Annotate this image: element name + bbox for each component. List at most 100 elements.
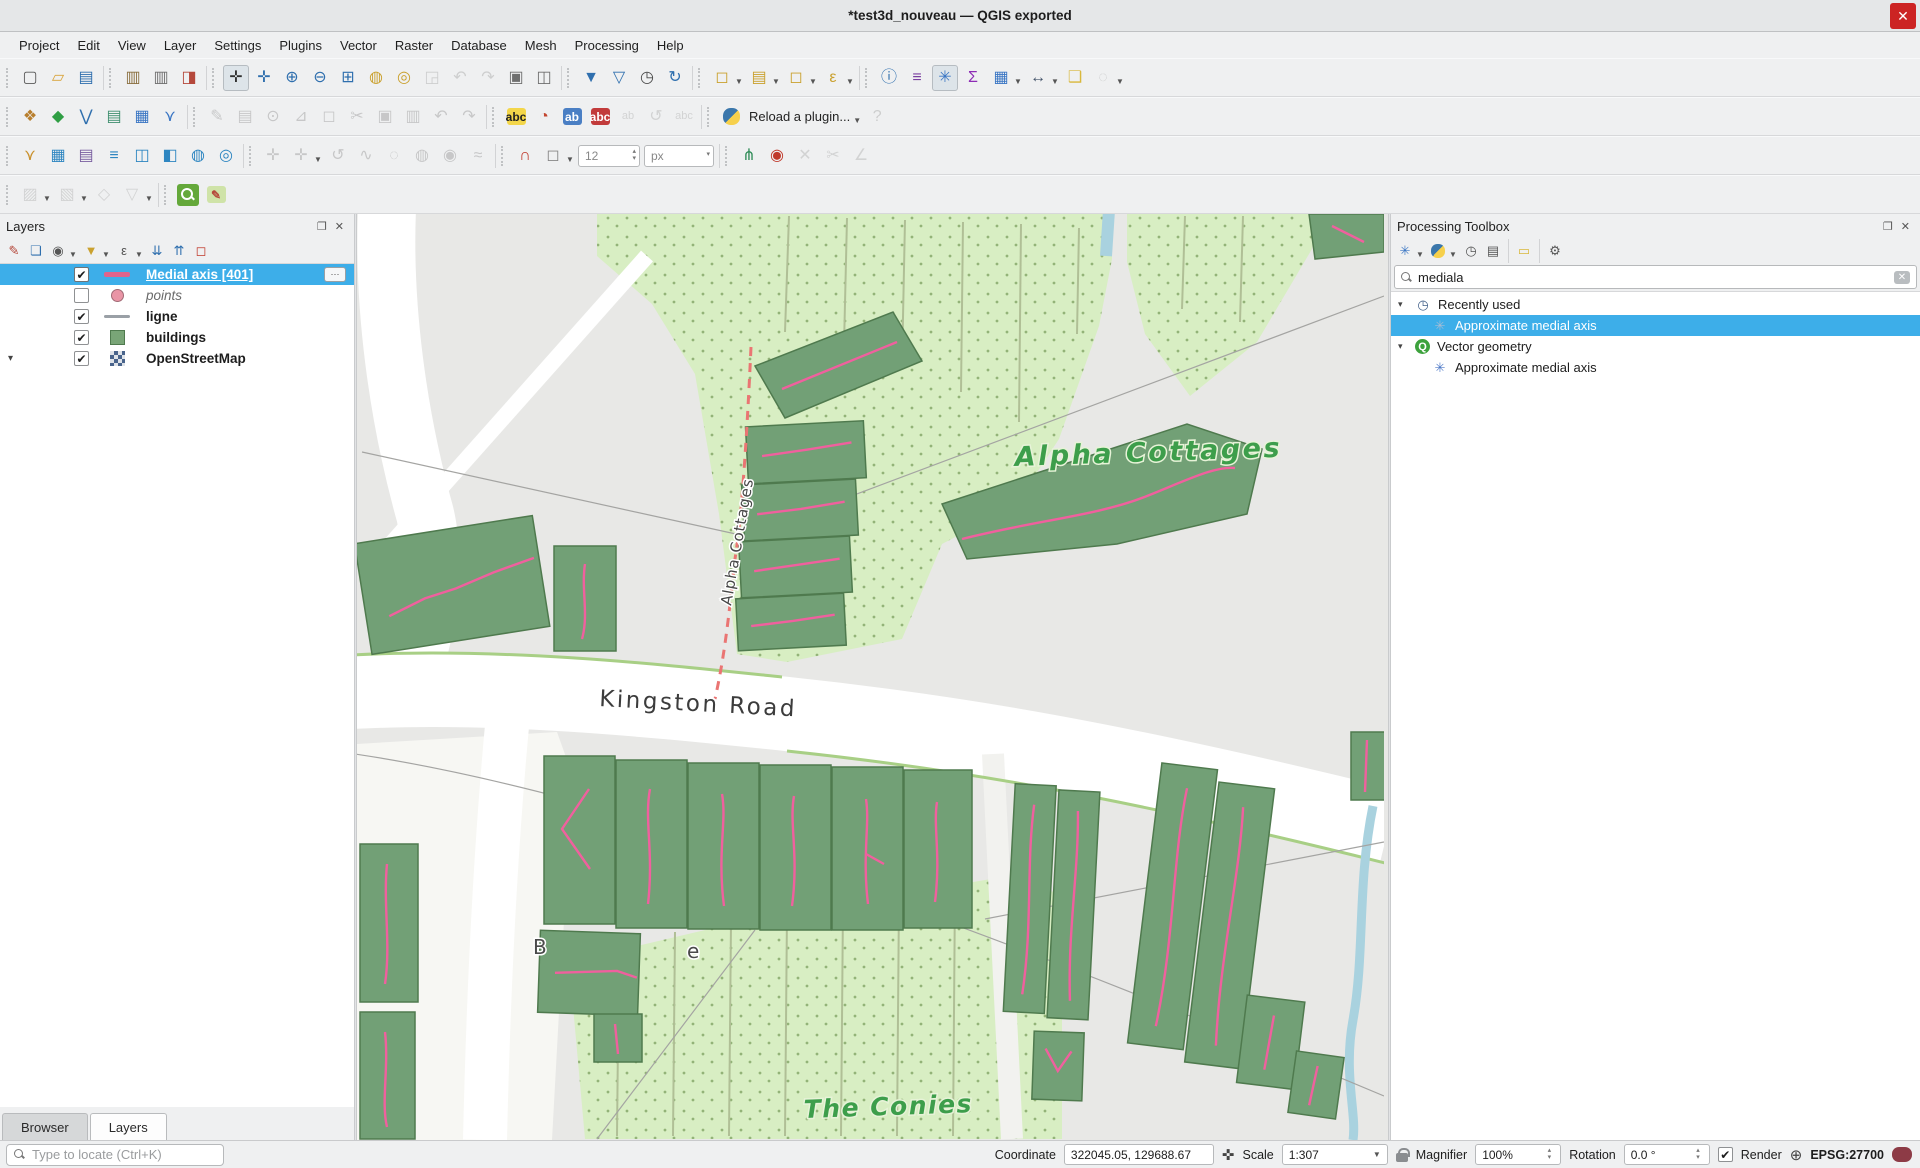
toolbar-grip[interactable] bbox=[6, 68, 12, 88]
osm-edit-plugin-button[interactable]: ✎ bbox=[203, 182, 229, 208]
style-manager-button[interactable]: ◨ bbox=[176, 65, 202, 91]
menu-help[interactable]: Help bbox=[648, 35, 693, 56]
menu-raster[interactable]: Raster bbox=[386, 35, 442, 56]
add-mesh-layer-button[interactable]: ▤ bbox=[73, 143, 99, 169]
layer-diagram-button[interactable]: ◔ bbox=[531, 104, 557, 130]
layer-checkbox[interactable] bbox=[74, 288, 89, 303]
toolbar-grip[interactable] bbox=[109, 68, 115, 88]
snapping-mode-button[interactable]: ◻ bbox=[540, 143, 566, 169]
open-attribute-table-dropdown-icon[interactable]: ▼ bbox=[1014, 77, 1022, 86]
spin-arrows-icon[interactable]: ▴▾ bbox=[1548, 1148, 1555, 1161]
topology-checker-dropdown-icon[interactable]: ▼ bbox=[145, 194, 153, 203]
menu-database[interactable]: Database bbox=[442, 35, 516, 56]
pin-labels-button[interactable]: ab bbox=[559, 104, 585, 130]
new-vector-layer-button[interactable]: ⋎ bbox=[157, 104, 183, 130]
statistical-summary-button[interactable]: ≡ bbox=[904, 65, 930, 91]
menu-edit[interactable]: Edit bbox=[68, 35, 108, 56]
reload-plugin-button[interactable]: Reload a plugin... bbox=[745, 107, 854, 126]
layer-checkbox[interactable]: ✔ bbox=[74, 330, 89, 345]
new-print-layout-button[interactable]: ▥ bbox=[120, 65, 146, 91]
processing-search-input[interactable]: mediala ✕ bbox=[1394, 265, 1917, 289]
topological-editing-button[interactable]: ⋔ bbox=[736, 143, 762, 169]
zoom-to-selection-button[interactable]: ◎ bbox=[391, 65, 417, 91]
remove-layer-button[interactable]: ◻ bbox=[191, 241, 211, 261]
close-panel-icon[interactable]: ✕ bbox=[1897, 220, 1914, 233]
new-annotation-dropdown-icon[interactable]: ▼ bbox=[1116, 77, 1124, 86]
open-project-button[interactable]: ▱ bbox=[45, 65, 71, 91]
menu-vector[interactable]: Vector bbox=[331, 35, 386, 56]
toolbar-grip[interactable] bbox=[567, 68, 573, 88]
menu-plugins[interactable]: Plugins bbox=[270, 35, 331, 56]
toolbar-grip[interactable] bbox=[6, 146, 12, 166]
collapse-arrow-icon[interactable]: ▾ bbox=[1398, 341, 1408, 352]
deselect-features-button[interactable]: ◻ bbox=[783, 65, 809, 91]
layer-row-medial-axis[interactable]: ✔ Medial axis [401] ⋯ bbox=[0, 264, 354, 285]
python-scripts-menu-dropdown-icon[interactable]: ▼ bbox=[1449, 250, 1457, 259]
copy-move-feature-dropdown-icon[interactable]: ▼ bbox=[314, 155, 322, 164]
locate-input[interactable]: Type to locate (Ctrl+K) bbox=[6, 1144, 224, 1166]
tab-layers[interactable]: Layers bbox=[90, 1113, 167, 1140]
deselect-features-dropdown-icon[interactable]: ▼ bbox=[809, 77, 817, 86]
filter-legend-dropdown-icon[interactable]: ▼ bbox=[102, 250, 110, 259]
snap-tolerance-spinbox[interactable]: 12▴▾ bbox=[578, 145, 640, 167]
tree-item-approximate-medial-axis-selected[interactable]: ✳ Approximate medial axis bbox=[1391, 315, 1920, 336]
layer-checkbox[interactable]: ✔ bbox=[74, 267, 89, 282]
menu-settings[interactable]: Settings bbox=[205, 35, 270, 56]
add-postgis-layer-button[interactable]: ◫ bbox=[129, 143, 155, 169]
layer-row-buildings[interactable]: ✔ buildings bbox=[0, 327, 354, 348]
layout-manager-button[interactable]: ▥ bbox=[148, 65, 174, 91]
new-raster-layer-button[interactable]: ▦ bbox=[129, 104, 155, 130]
messages-bubble-icon[interactable] bbox=[1892, 1147, 1912, 1162]
crs-indicator[interactable]: EPSG:27700 bbox=[1810, 1148, 1884, 1162]
toolbar-grip[interactable] bbox=[698, 68, 704, 88]
add-xyz-layer-button[interactable]: ◎ bbox=[213, 143, 239, 169]
map-canvas[interactable]: Alpha Cottages Alpha Cottages Kingston R… bbox=[357, 214, 1388, 1140]
show-spatial-bookmarks-button[interactable]: ▽ bbox=[606, 65, 632, 91]
zoom-to-layer-button[interactable]: ◍ bbox=[363, 65, 389, 91]
filter-by-expression-dropdown-icon[interactable]: ▼ bbox=[135, 250, 143, 259]
toolbar-grip[interactable] bbox=[501, 146, 507, 166]
zoom-out-button[interactable]: ⊖ bbox=[307, 65, 333, 91]
open-attribute-table-button[interactable]: ▦ bbox=[988, 65, 1014, 91]
models-menu-dropdown-icon[interactable]: ▼ bbox=[1416, 250, 1424, 259]
refresh-map-button[interactable]: ↻ bbox=[662, 65, 688, 91]
reload-plugin-dropdown-icon[interactable]: ▼ bbox=[853, 116, 861, 125]
rotation-spinbox[interactable]: 0.0 ° ▴▾ bbox=[1624, 1144, 1710, 1165]
menu-mesh[interactable]: Mesh bbox=[516, 35, 566, 56]
coordinate-input[interactable]: 322045.05, 129688.67 bbox=[1064, 1144, 1214, 1165]
spin-arrows-icon[interactable]: ▴▾ bbox=[1696, 1148, 1703, 1161]
show-sum-statistics-button[interactable]: Σ bbox=[960, 65, 986, 91]
toolbar-grip[interactable] bbox=[6, 107, 12, 127]
pan-to-selection-button[interactable]: ✛ bbox=[251, 65, 277, 91]
clear-search-icon[interactable]: ✕ bbox=[1894, 271, 1910, 284]
select-features-by-value-dropdown-icon[interactable]: ▼ bbox=[772, 77, 780, 86]
tree-group-vector-geometry[interactable]: ▾ Q Vector geometry bbox=[1391, 336, 1920, 357]
new-shapefile-layer-button[interactable]: ⋁ bbox=[73, 104, 99, 130]
highlight-pinned-labels-button[interactable]: abc bbox=[587, 104, 613, 130]
select-features-button[interactable]: ◻ bbox=[709, 65, 735, 91]
add-vector-layer-button[interactable]: ⋎ bbox=[17, 143, 43, 169]
map-tips-button[interactable]: ❑ bbox=[1062, 65, 1088, 91]
history-button[interactable]: ◷ bbox=[1461, 241, 1481, 261]
select-features-by-value-button[interactable]: ▤ bbox=[746, 65, 772, 91]
spin-arrows-icon[interactable]: ▴▾ bbox=[632, 149, 639, 162]
osm-place-search-plugin-button[interactable] bbox=[175, 182, 201, 208]
add-group-button[interactable]: ❏ bbox=[26, 241, 46, 261]
menu-layer[interactable]: Layer bbox=[155, 35, 206, 56]
tree-item-approximate-medial-axis[interactable]: ✳ Approximate medial axis bbox=[1391, 357, 1920, 378]
toolbar-grip[interactable] bbox=[193, 107, 199, 127]
measure-line-button[interactable]: ↔ bbox=[1025, 65, 1051, 91]
globe-crs-icon[interactable]: ⊕ bbox=[1790, 1146, 1803, 1164]
python-plugin-menu-button[interactable] bbox=[718, 104, 744, 130]
select-by-expression-dropdown-icon[interactable]: ▼ bbox=[846, 77, 854, 86]
close-panel-icon[interactable]: ✕ bbox=[331, 220, 348, 233]
toolbar-grip[interactable] bbox=[212, 68, 218, 88]
toolbar-grip[interactable] bbox=[164, 185, 170, 205]
add-raster-layer-button[interactable]: ▦ bbox=[45, 143, 71, 169]
fix-geometries-dropdown-icon[interactable]: ▼ bbox=[80, 194, 88, 203]
layer-row-openstreetmap[interactable]: ▾ ✔ OpenStreetMap bbox=[0, 348, 354, 369]
layer-checkbox[interactable]: ✔ bbox=[74, 309, 89, 324]
float-panel-icon[interactable]: ❐ bbox=[313, 220, 331, 233]
close-window-button[interactable]: ✕ bbox=[1890, 3, 1916, 29]
layer-row-ligne[interactable]: ✔ ligne bbox=[0, 306, 354, 327]
